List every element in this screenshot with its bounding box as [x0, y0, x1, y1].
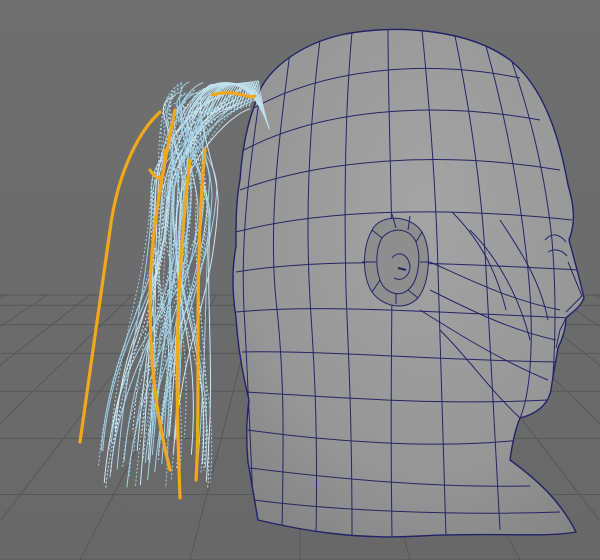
- head-mesh[interactable]: [232, 28, 585, 538]
- perspective-viewport[interactable]: [0, 0, 600, 560]
- grid-line: [0, 294, 49, 327]
- grid-line: [0, 294, 91, 366]
- viewport-canvas: [0, 28, 600, 560]
